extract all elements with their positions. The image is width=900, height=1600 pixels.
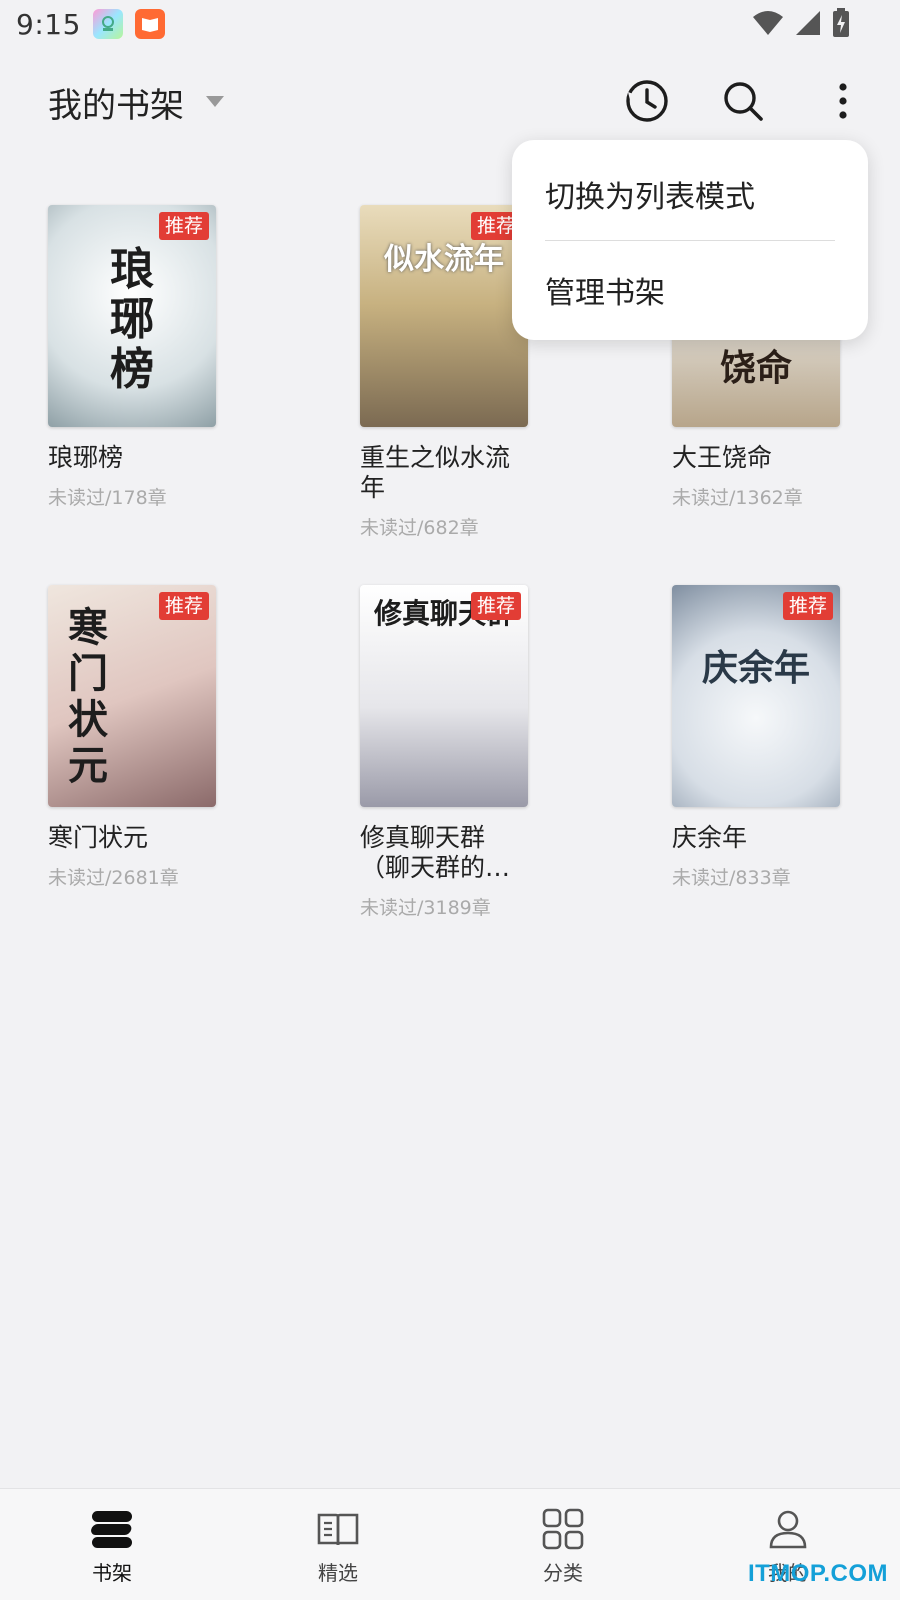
- book-progress: 未读过/682章: [360, 517, 479, 539]
- nav-tab-category[interactable]: 分类: [503, 1507, 623, 1586]
- bookshelf-icon: [90, 1507, 134, 1551]
- book-title[interactable]: 庆余年: [672, 823, 842, 853]
- open-book-icon: [316, 1507, 360, 1551]
- nav-label: 精选: [318, 1561, 358, 1585]
- search-icon[interactable]: [718, 76, 768, 126]
- book-progress: 未读过/833章: [672, 867, 791, 889]
- page-title[interactable]: 我的书架: [48, 78, 184, 127]
- signal-icon: [796, 11, 820, 35]
- battery-icon: [833, 8, 849, 37]
- recommend-badge: 推荐: [470, 592, 521, 620]
- watermark: ITMOP.COM: [747, 1560, 888, 1587]
- person-icon: [766, 1507, 810, 1551]
- recommend-badge: 推荐: [782, 592, 833, 620]
- menu-divider: [545, 240, 835, 241]
- nav-tab-featured[interactable]: 精选: [278, 1507, 398, 1586]
- book-progress: 未读过/1362章: [672, 487, 803, 509]
- notification-reader-icon: [134, 9, 165, 39]
- status-bar: 9:15: [0, 0, 900, 48]
- book-item[interactable]: 似水流年 推荐 重生之似水流年 未读过/682章: [360, 205, 530, 540]
- more-menu-icon[interactable]: [818, 76, 868, 126]
- recommend-badge: 推荐: [158, 592, 209, 620]
- book-progress: 未读过/3189章: [360, 897, 491, 919]
- cover-title-text: 寒门状元: [68, 604, 108, 789]
- cover-title-text: 琅琊榜: [110, 244, 154, 395]
- overflow-menu: 切换为列表模式 管理书架: [512, 140, 868, 340]
- book-title[interactable]: 寒门状元: [48, 823, 218, 853]
- book-item[interactable]: 庆余年 推荐 庆余年 未读过/833章: [672, 585, 842, 890]
- book-title[interactable]: 修真聊天群（聊天群的…: [360, 823, 520, 883]
- cover-title-text: 似水流年: [384, 242, 504, 277]
- app-header: 我的书架: [0, 60, 900, 140]
- notification-app-icon: [92, 9, 123, 39]
- book-item[interactable]: 琅琊榜 推荐 琅琊榜 未读过/178章: [48, 205, 218, 510]
- wifi-icon: [753, 11, 783, 35]
- menu-item-list-mode[interactable]: 切换为列表模式: [545, 172, 755, 216]
- book-cover[interactable]: 琅琊榜 推荐: [48, 205, 216, 427]
- title-dropdown-icon[interactable]: [206, 96, 224, 107]
- status-time: 9:15: [16, 7, 81, 41]
- grid-icon: [541, 1507, 585, 1551]
- book-title[interactable]: 重生之似水流年: [360, 443, 530, 503]
- book-cover[interactable]: 庆余年 推荐: [672, 585, 840, 807]
- book-item[interactable]: 寒门状元 推荐 寒门状元 未读过/2681章: [48, 585, 218, 890]
- book-cover[interactable]: 寒门状元 推荐: [48, 585, 216, 807]
- cover-title-text: 庆余年: [701, 647, 810, 689]
- book-cover[interactable]: 修真聊天群 推荐: [360, 585, 528, 807]
- nav-label: 书架: [92, 1561, 132, 1585]
- recommend-badge: 推荐: [158, 212, 209, 240]
- book-progress: 未读过/2681章: [48, 867, 179, 889]
- history-icon[interactable]: [622, 76, 672, 126]
- nav-tab-bookshelf[interactable]: 书架: [52, 1507, 172, 1586]
- book-item[interactable]: 修真聊天群 推荐 修真聊天群（聊天群的… 未读过/3189章: [360, 585, 530, 920]
- menu-item-manage-shelf[interactable]: 管理书架: [545, 268, 665, 312]
- cover-title-text: 饶命: [719, 347, 792, 389]
- book-title[interactable]: 大王饶命: [672, 443, 842, 473]
- book-cover[interactable]: 似水流年 推荐: [360, 205, 528, 427]
- book-title[interactable]: 琅琊榜: [48, 443, 218, 473]
- nav-label: 分类: [543, 1561, 583, 1585]
- status-indicators: [752, 8, 850, 38]
- book-progress: 未读过/178章: [48, 487, 167, 509]
